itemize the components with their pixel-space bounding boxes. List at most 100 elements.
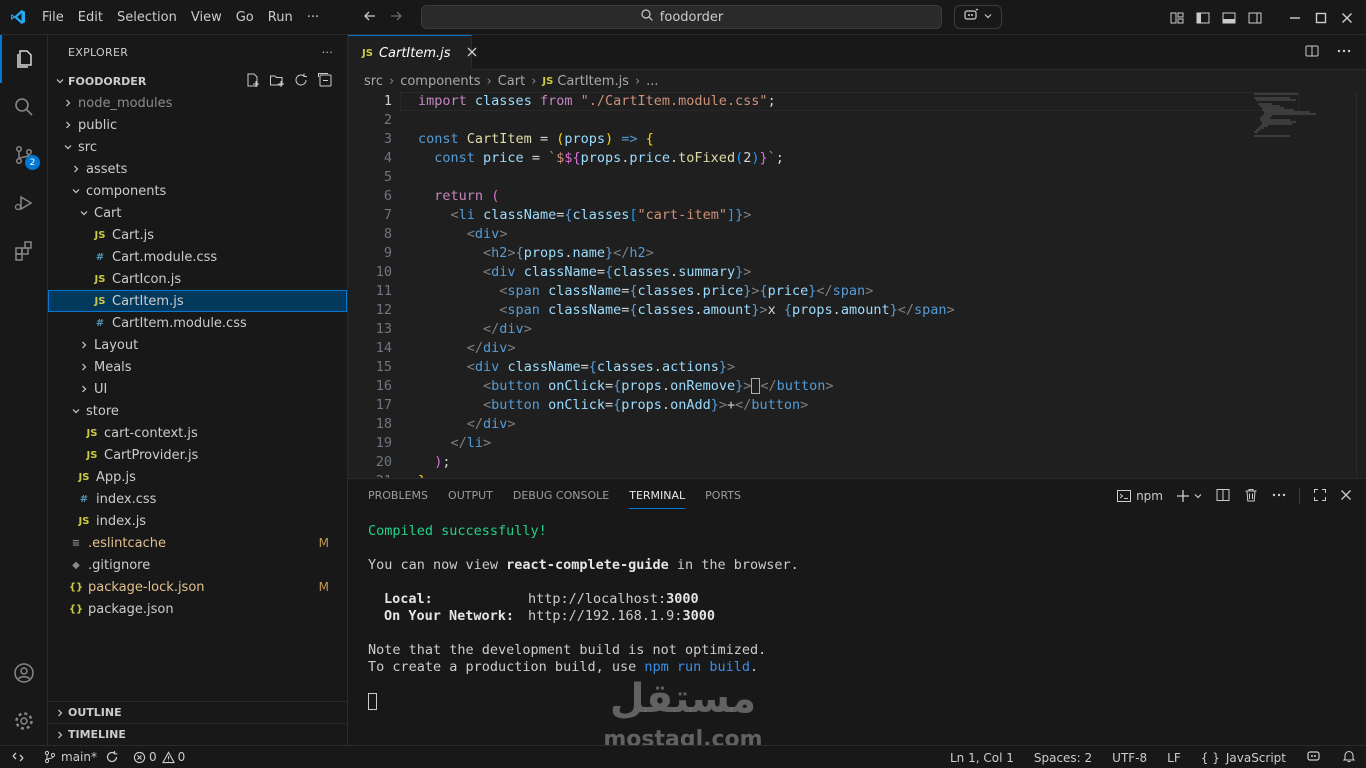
close-panel-icon[interactable]: [1340, 489, 1352, 504]
minimize-icon[interactable]: [1282, 0, 1308, 35]
breadcrumb-file[interactable]: CartItem.js: [557, 74, 629, 89]
explorer-activity-icon[interactable]: [0, 35, 48, 83]
folder-item[interactable]: src: [48, 136, 347, 158]
line-number: 8: [383, 226, 392, 242]
file-item[interactable]: JS CartIcon.js: [48, 268, 347, 290]
end-of-line[interactable]: LF: [1167, 751, 1181, 765]
encoding[interactable]: UTF-8: [1112, 751, 1147, 765]
more-actions-icon[interactable]: [1271, 487, 1287, 506]
problems-indicator[interactable]: 0 0: [133, 750, 185, 764]
folder-item[interactable]: Cart: [48, 202, 347, 224]
breadcrumb-src[interactable]: src: [364, 74, 383, 89]
file-item[interactable]: JS CartItem.js: [48, 290, 347, 312]
close-tab-icon[interactable]: [467, 46, 477, 61]
menu-go[interactable]: Go: [229, 0, 261, 35]
tab-cartitem[interactable]: JS CartItem.js: [348, 35, 477, 70]
file-item[interactable]: {} package-lock.json M: [48, 576, 347, 598]
editor-scrollbar[interactable]: [1356, 92, 1366, 478]
folder-item[interactable]: Layout: [48, 334, 347, 356]
collapse-all-icon[interactable]: [317, 72, 333, 91]
folder-item[interactable]: store: [48, 400, 347, 422]
file-item[interactable]: ◆ .gitignore: [48, 554, 347, 576]
folder-item[interactable]: public: [48, 114, 347, 136]
new-file-icon[interactable]: [245, 72, 261, 91]
network-url: http://192.168.1.9:: [528, 608, 683, 624]
settings-gear-icon[interactable]: [0, 697, 48, 745]
toggle-panel-icon[interactable]: [1216, 0, 1242, 35]
maximize-panel-icon[interactable]: [1312, 487, 1328, 506]
terminal-shell-icon[interactable]: npm: [1116, 488, 1163, 504]
tab-ports[interactable]: PORTS: [705, 479, 741, 513]
folder-item[interactable]: Meals: [48, 356, 347, 378]
file-item[interactable]: JS cart-context.js: [48, 422, 347, 444]
split-terminal-icon[interactable]: [1215, 487, 1231, 506]
breadcrumb-symbol[interactable]: ...: [646, 74, 658, 89]
search-activity-icon[interactable]: [0, 83, 48, 131]
branch-indicator[interactable]: main*: [43, 750, 97, 764]
customize-layout-icon[interactable]: [1164, 0, 1190, 35]
tab-output[interactable]: OUTPUT: [448, 479, 493, 513]
extensions-icon[interactable]: [0, 227, 48, 275]
notifications-bell-icon[interactable]: [1342, 749, 1356, 766]
split-editor-icon[interactable]: [1304, 43, 1320, 63]
refresh-icon[interactable]: [293, 72, 309, 91]
outline-section-header[interactable]: OUTLINE: [48, 701, 348, 723]
file-item[interactable]: # CartItem.module.css: [48, 312, 347, 334]
file-item[interactable]: JS CartProvider.js: [48, 444, 347, 466]
tab-debug-console[interactable]: DEBUG CONSOLE: [513, 479, 609, 513]
run-debug-icon[interactable]: [0, 179, 48, 227]
remote-indicator-icon[interactable]: [0, 746, 35, 768]
maximize-icon[interactable]: [1308, 0, 1334, 35]
file-item[interactable]: # index.css: [48, 488, 347, 510]
js-file-icon: JS: [78, 515, 90, 527]
folder-item[interactable]: assets: [48, 158, 347, 180]
file-item[interactable]: JS index.js: [48, 510, 347, 532]
new-folder-icon[interactable]: [269, 72, 285, 91]
file-item[interactable]: ≡ .eslintcache M: [48, 532, 347, 554]
explorer-more-button[interactable]: ···: [322, 46, 333, 59]
copilot-button[interactable]: [954, 5, 1002, 29]
new-terminal-icon[interactable]: [1175, 488, 1203, 504]
explorer-header: EXPLORER ···: [48, 35, 347, 70]
cursor-position[interactable]: Ln 1, Col 1: [950, 751, 1014, 765]
menu-run[interactable]: Run: [261, 0, 300, 35]
tree-item-label: UI: [94, 381, 108, 397]
line-number: 16: [375, 378, 392, 394]
indentation[interactable]: Spaces: 2: [1034, 751, 1092, 765]
tab-terminal[interactable]: TERMINAL: [629, 479, 685, 513]
timeline-section-header[interactable]: TIMELINE: [48, 723, 348, 745]
breadcrumb-cart[interactable]: Cart: [498, 74, 526, 89]
tab-problems[interactable]: PROBLEMS: [368, 479, 428, 513]
code-editor[interactable]: 1 import classes from "./CartItem.module.…: [348, 92, 1358, 478]
breadcrumb-components[interactable]: components: [400, 74, 480, 89]
file-item[interactable]: {} package.json: [48, 598, 347, 620]
command-center-search[interactable]: foodorder: [421, 5, 942, 29]
sync-icon[interactable]: [105, 750, 119, 764]
minimap[interactable]: [1250, 92, 1350, 152]
file-item[interactable]: # Cart.module.css: [48, 246, 347, 268]
folder-item[interactable]: components: [48, 180, 347, 202]
folder-item[interactable]: UI: [48, 378, 347, 400]
toggle-secondary-sidebar-icon[interactable]: [1242, 0, 1268, 35]
trash-icon[interactable]: [1243, 487, 1259, 506]
folder-item[interactable]: node_modules: [48, 92, 347, 114]
menu-view[interactable]: View: [184, 0, 229, 35]
language-mode[interactable]: { } JavaScript: [1201, 751, 1286, 765]
menu-selection[interactable]: Selection: [110, 0, 184, 35]
menu-file[interactable]: File: [35, 0, 71, 35]
accounts-icon[interactable]: [0, 649, 48, 697]
terminal-output[interactable]: Compiled successfully! You can now view …: [368, 523, 799, 710]
file-item[interactable]: JS App.js: [48, 466, 347, 488]
source-control-icon[interactable]: 2: [0, 131, 48, 179]
copilot-status-icon[interactable]: [1306, 749, 1322, 766]
more-actions-icon[interactable]: [1336, 43, 1352, 63]
back-arrow-icon[interactable]: [362, 8, 378, 28]
menu-more[interactable]: ···: [300, 0, 326, 35]
menu-edit[interactable]: Edit: [71, 0, 110, 35]
close-window-icon[interactable]: [1334, 0, 1360, 35]
file-tree: node_modules public src assets components Car…: [48, 92, 347, 620]
toggle-primary-sidebar-icon[interactable]: [1190, 0, 1216, 35]
forward-arrow-icon[interactable]: [388, 8, 404, 28]
project-section-header[interactable]: FOODORDER: [48, 70, 347, 92]
file-item[interactable]: JS Cart.js: [48, 224, 347, 246]
